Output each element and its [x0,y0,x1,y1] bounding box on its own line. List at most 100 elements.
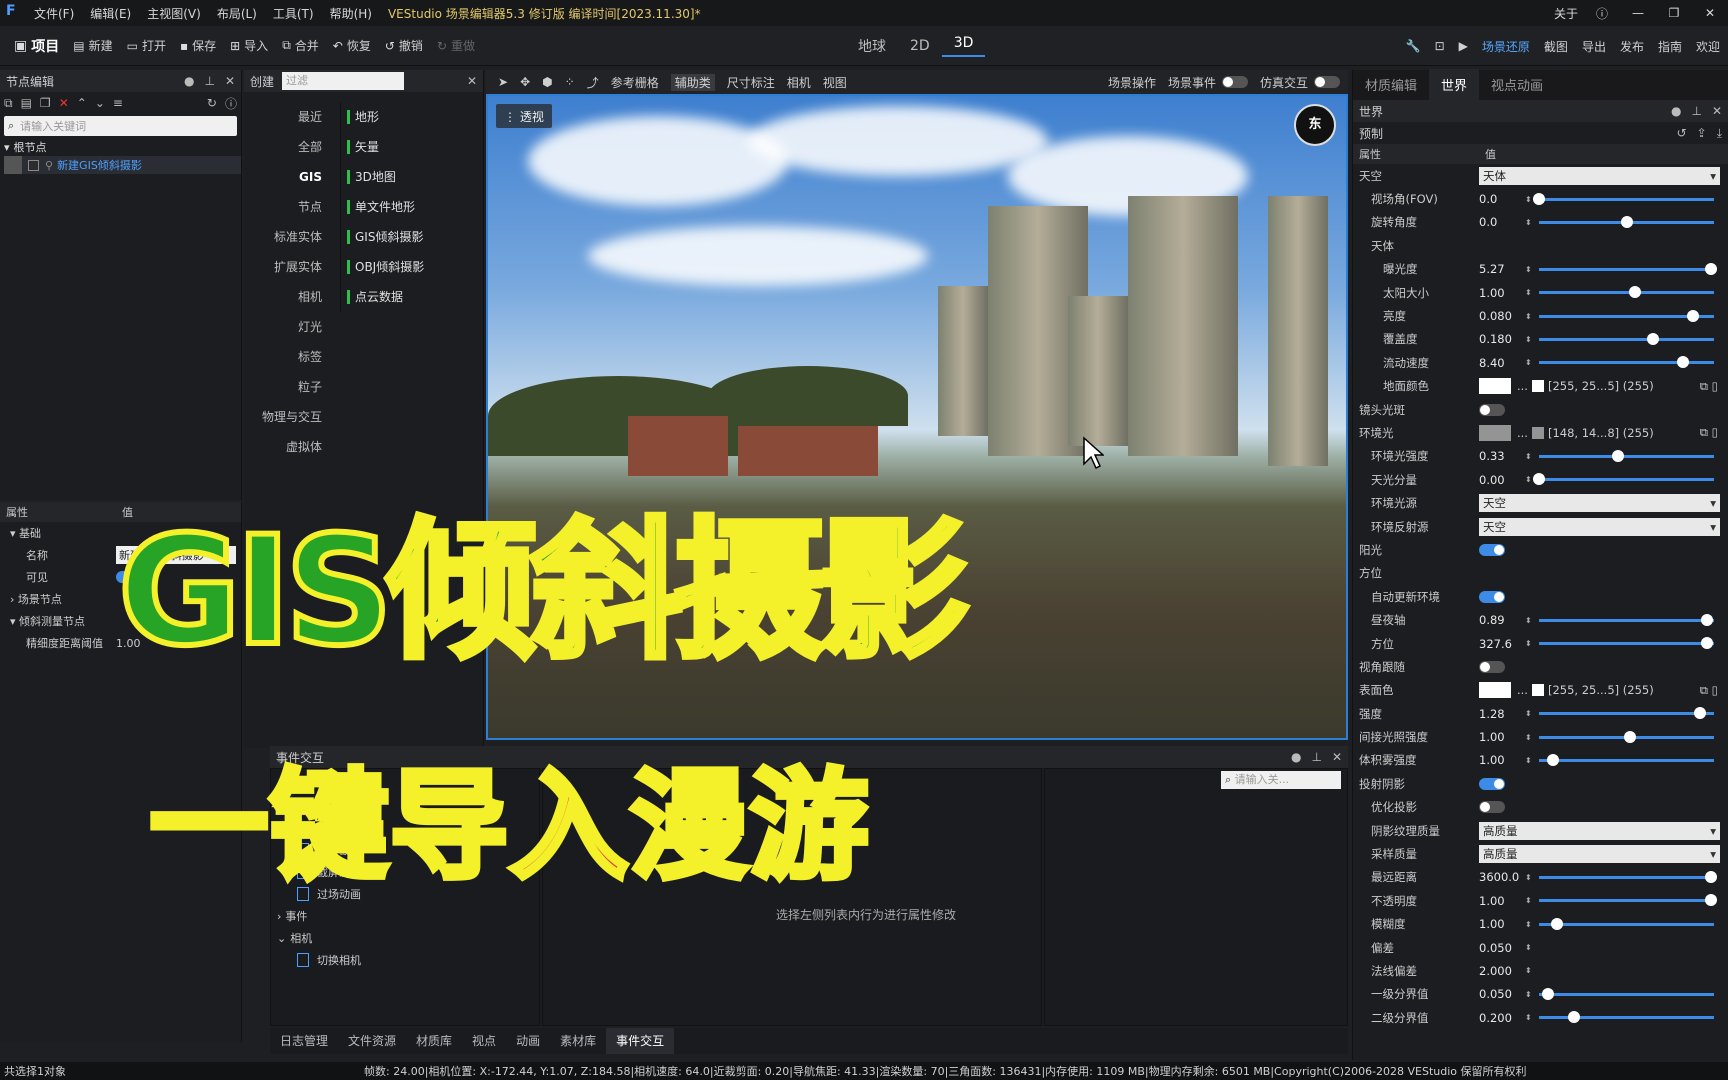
tab-log[interactable]: 日志管理 [270,1028,338,1054]
world-prop-number[interactable]: 0.00 [1479,473,1525,487]
tab-3d[interactable]: 3D [941,35,986,57]
snap-icon[interactable]: ⁘ [565,75,575,89]
node-search-input[interactable]: ⌕ 请输入关键词 [4,116,237,136]
category-item[interactable]: 虚拟体 [244,432,334,462]
category-item-gis[interactable]: GIS [244,162,334,192]
world-prop-slider[interactable] [1539,753,1714,766]
slider-knob[interactable] [1701,613,1713,626]
info-icon[interactable]: ⓘ [225,95,237,112]
create-filter-input[interactable]: 过滤 [282,72,405,90]
slider-knob[interactable] [1629,286,1642,299]
category-item[interactable]: 物理与交互 [244,402,334,432]
world-prop-slider[interactable] [1539,917,1714,930]
slider-knob[interactable] [1704,262,1717,275]
event-group-event[interactable]: › 事件 [271,905,539,927]
minimize-icon[interactable]: — [1620,6,1656,20]
spin-arrows-icon[interactable]: ⬍ [1525,475,1533,484]
device-icon[interactable]: ⊡ [1435,39,1445,53]
tab-world[interactable]: 世界 [1429,69,1480,100]
world-prop-slider[interactable] [1533,192,1714,205]
world-prop-slider[interactable] [1539,613,1714,626]
dimension-button[interactable]: 尺寸标注 [727,74,775,91]
download-icon[interactable]: ⤓ [1717,126,1722,141]
tab-2d[interactable]: 2D [898,38,942,54]
category-item[interactable]: 灯光 [244,312,334,342]
category-item[interactable]: 相机 [244,282,334,312]
world-prop-select[interactable]: 天空 [1479,494,1720,513]
create-item[interactable]: 地形 [341,102,480,132]
world-prop-slider[interactable] [1539,356,1714,369]
spin-arrows-icon[interactable]: ⬍ [1525,195,1533,204]
event-group-camera[interactable]: ⌄ 相机 [271,927,539,949]
pin-icon[interactable]: ⊥ [1691,104,1701,118]
world-prop-label[interactable]: 天体 [1359,238,1479,254]
world-prop-select[interactable]: 天体 [1479,166,1720,185]
category-item[interactable]: 粒子 [244,372,334,402]
world-prop-slider[interactable] [1539,215,1714,228]
world-prop-select[interactable]: 天空 [1479,517,1720,536]
import-button[interactable]: ⊞ 导入 [230,37,268,54]
world-prop-number[interactable]: 1.00 [1479,730,1525,744]
spin-arrows-icon[interactable]: ⬍ [1525,990,1533,999]
about-button[interactable]: 关于 [1554,5,1578,22]
restore-icon[interactable]: ❐ [1656,6,1692,20]
pin-icon[interactable]: ⊥ [1311,750,1321,764]
copy-paste-icon[interactable]: ⧉ ▯ [1700,683,1718,698]
slider-knob[interactable] [1550,917,1563,930]
world-prop-number[interactable]: 0.050 [1479,987,1525,1001]
world-prop-number[interactable]: 0.050 [1479,941,1525,955]
tab-viewpoints[interactable]: 视点 [462,1028,506,1054]
wrench-icon[interactable]: 🔧 [1406,39,1421,53]
close-icon[interactable]: ✕ [225,74,235,88]
spin-arrows-icon[interactable]: ⬍ [1525,358,1533,367]
close-icon[interactable]: ✕ [1332,750,1342,764]
spin-arrows-icon[interactable]: ⬍ [1525,218,1533,227]
scene-event-toggle[interactable] [1221,76,1248,88]
world-prop-number[interactable]: 0.0 [1479,192,1525,206]
menu-layout[interactable]: 布局(L) [217,5,257,22]
create-item[interactable]: GIS倾斜摄影 [341,222,480,252]
tab-materials[interactable]: 材质库 [406,1028,462,1054]
color-swatch[interactable] [1479,424,1511,441]
world-prop-toggle[interactable] [1479,403,1505,416]
world-prop-slider[interactable] [1539,309,1714,322]
world-prop-select[interactable]: 高质量 [1479,821,1720,840]
close-window-icon[interactable]: ✕ [1692,6,1728,20]
restore-button[interactable]: ↶ 恢复 [333,37,371,54]
scene-op-button[interactable]: 场景操作 [1108,74,1156,91]
view-button[interactable]: 视图 [823,74,847,91]
category-item[interactable]: 标准实体 [244,222,334,252]
duplicate-icon[interactable]: ❐ [40,96,51,110]
category-item[interactable]: 标签 [244,342,334,372]
world-prop-select[interactable]: 高质量 [1479,845,1720,864]
cube-icon[interactable]: ⬢ [542,75,552,89]
world-prop-slider[interactable] [1539,449,1714,462]
dot-icon[interactable]: ● [1291,750,1301,764]
world-prop-toggle[interactable] [1479,801,1505,814]
menu-tools[interactable]: 工具(T) [273,5,314,22]
menu-help[interactable]: 帮助(H) [330,5,372,22]
world-prop-slider[interactable] [1533,473,1714,486]
tree-root-node[interactable]: ▾ 根节点 [0,138,241,156]
grid-button[interactable]: 参考栅格 [611,74,659,91]
world-prop-slider[interactable] [1539,637,1714,649]
world-prop-slider[interactable] [1539,987,1714,1000]
undo-button[interactable]: ↺ 撤销 [385,37,423,54]
spin-arrows-icon[interactable]: ⬍ [1525,335,1533,344]
tree-node-gis[interactable]: ⚲ 新建GIS倾斜摄影 [4,156,241,174]
color-more-button[interactable]: ... [1517,683,1528,697]
event-item-switch-camera[interactable]: 切换相机 [271,949,539,971]
world-prop-number[interactable]: 3600.0 [1479,870,1525,884]
save-button[interactable]: ▪ 保存 [180,37,216,54]
sim-interact-toggle[interactable] [1314,76,1340,88]
world-prop-number[interactable]: 1.28 [1479,707,1525,721]
copy-icon[interactable]: ⧉ [4,96,13,111]
world-prop-number[interactable]: 0.0 [1479,215,1525,229]
spin-arrows-icon[interactable]: ⬍ [1525,639,1533,648]
helper-button[interactable]: 辅助类 [670,73,715,91]
tab-event-interaction[interactable]: 事件交互 [606,1028,675,1054]
menu-edit[interactable]: 编辑(E) [90,5,131,22]
spin-arrows-icon[interactable]: ⬍ [1525,616,1533,625]
world-prop-number[interactable]: 5.27 [1479,262,1525,276]
viewport-mode-label[interactable]: ⋮ 透视 [496,104,552,128]
